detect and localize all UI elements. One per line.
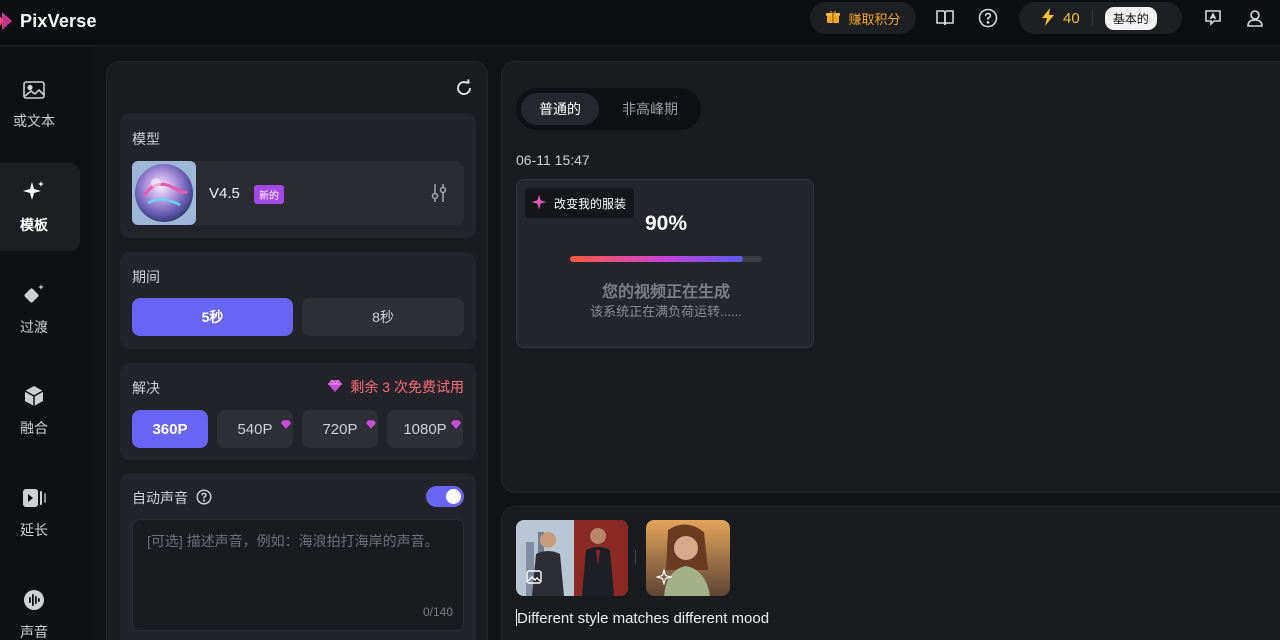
gem-icon <box>451 416 461 433</box>
audio-title-text: 自动声音 <box>132 490 188 506</box>
duration-card: 期间 5秒 8秒 <box>120 252 476 349</box>
credits-display[interactable]: 40 基本的 <box>1019 2 1182 34</box>
cube-icon <box>23 385 45 410</box>
sparkle-icon <box>655 568 673 588</box>
toggle-knob <box>446 489 461 504</box>
rail-item-extend[interactable]: 延长 <box>0 469 80 557</box>
gem-icon <box>366 416 376 433</box>
sound-icon <box>23 589 45 614</box>
tab-off-peak[interactable]: 非高峰期 <box>604 93 696 125</box>
user-icon[interactable] <box>1245 8 1265 28</box>
app-name: PixVerse <box>20 10 97 31</box>
divider <box>1091 11 1093 25</box>
tab-normal[interactable]: 普通的 <box>521 93 599 125</box>
earn-credits-button[interactable]: 赚取积分 <box>810 2 916 34</box>
resolution-option-1080p[interactable]: 1080P <box>387 410 463 448</box>
progress-percent: 90% <box>644 212 688 235</box>
template-thumbnail-woman[interactable] <box>646 520 730 596</box>
model-name: V4.5 <box>209 185 240 202</box>
rail-item-fusion[interactable]: 融合 <box>0 367 80 455</box>
feedback-icon[interactable] <box>1203 8 1223 28</box>
model-card: 模型 V4.5 新的 <box>120 113 476 238</box>
audio-card: 自动声音 [可选] 描述声音，例如：海浪拍打海岸的声音。 0/140 <box>120 473 476 640</box>
credits-count: 40 <box>1063 9 1080 27</box>
audio-section-title: 自动声音 <box>132 488 212 508</box>
rail-item-label: 过渡 <box>20 318 48 335</box>
rail-item-label: 融合 <box>20 419 48 436</box>
progress-bar <box>570 256 762 262</box>
help-icon[interactable] <box>196 488 212 508</box>
auto-audio-toggle[interactable] <box>426 486 464 507</box>
resolution-section-title: 解决 <box>132 380 160 396</box>
rail-item-label: 或文本 <box>13 112 55 129</box>
book-icon[interactable] <box>935 8 955 28</box>
rail-item-sound[interactable]: 声音 <box>0 571 80 640</box>
transition-icon <box>22 282 46 309</box>
rail-item-text[interactable]: 或文本 <box>0 61 80 149</box>
resolution-label: 1080P <box>403 420 447 438</box>
plan-badge[interactable]: 基本的 <box>1104 6 1157 30</box>
resolution-card: 解决 剩余 3 次免费试用 360P 540P 720P 1080P <box>120 363 476 460</box>
lightning-icon <box>1041 7 1055 29</box>
pixverse-logo-icon <box>0 10 14 32</box>
logo[interactable]: PixVerse <box>0 10 97 32</box>
free-trial-notice: 剩余 3 次免费试用 <box>328 377 464 397</box>
template-tag-label: 改变我的服装 <box>554 196 627 211</box>
rail-item-template[interactable]: 模板 <box>0 163 80 251</box>
earn-credits-label: 赚取积分 <box>848 11 901 27</box>
gem-icon <box>281 416 291 433</box>
queue-tabs: 普通的 非高峰期 <box>516 88 701 130</box>
character-counter: 0/140 <box>422 605 453 619</box>
resolution-option-720p[interactable]: 720P <box>302 410 378 448</box>
progress-bar-fill <box>570 256 743 262</box>
settings-panel: 模型 V4.5 新的 期间 5秒 8秒 解决 剩余 3 次免费试用 360P 5… <box>106 61 488 640</box>
gift-icon <box>825 9 841 28</box>
rail-item-label: 模板 <box>20 216 48 233</box>
audio-placeholder: [可选] 描述声音，例如：海浪拍打海岸的声音。 <box>147 533 439 549</box>
resolution-label: 540P <box>237 420 273 438</box>
top-bar: PixVerse 赚取积分 40 基本的 <box>0 0 1280 46</box>
extend-icon <box>22 487 46 512</box>
help-icon[interactable] <box>978 8 998 28</box>
rail-item-label: 声音 <box>20 623 48 640</box>
prompt-area: Different style matches different mood <box>501 506 1280 640</box>
generation-timestamp: 06-11 15:47 <box>516 152 590 168</box>
left-nav-rail: 或文本 模板 过渡 融合 延长 声音 <box>0 47 94 640</box>
image-icon <box>526 569 542 588</box>
duration-section-title: 期间 <box>132 269 160 285</box>
duration-option-8s[interactable]: 8秒 <box>302 298 464 336</box>
resolution-label: 720P <box>322 420 358 438</box>
refresh-icon[interactable] <box>454 78 474 101</box>
resolution-label: 360P <box>152 420 188 438</box>
resolution-option-360p[interactable]: 360P <box>132 410 208 448</box>
model-thumbnail <box>132 161 196 225</box>
prompt-input[interactable]: Different style matches different mood <box>516 609 769 627</box>
rail-item-label: 延长 <box>20 521 48 538</box>
duration-option-5s[interactable]: 5秒 <box>132 298 293 336</box>
sliders-icon[interactable] <box>430 183 448 206</box>
gem-icon <box>328 379 343 395</box>
rail-item-transition[interactable]: 过渡 <box>0 265 80 353</box>
model-section-title: 模型 <box>132 131 160 147</box>
generation-status-title: 您的视频正在生成 <box>601 284 730 301</box>
image-icon <box>23 80 45 103</box>
results-area: 普通的 非高峰期 06-11 15:47 改变我的服装 90% 您的视频正在生成… <box>501 61 1280 493</box>
new-badge: 新的 <box>254 185 284 204</box>
model-selector[interactable]: V4.5 新的 <box>132 161 464 225</box>
generation-card[interactable]: 改变我的服装 90% 您的视频正在生成 该系统正在满负荷运转...... <box>516 179 814 348</box>
thumbnail-divider <box>635 550 636 564</box>
prompt-text: Different style matches different mood <box>517 610 770 627</box>
sparkle-icon <box>531 194 547 213</box>
free-trial-text: 剩余 3 次免费试用 <box>350 379 464 395</box>
resolution-option-540p[interactable]: 540P <box>217 410 293 448</box>
template-thumbnail-suits[interactable] <box>516 520 628 596</box>
generation-status-subtitle: 该系统正在满负荷运转...... <box>590 304 742 319</box>
audio-description-input[interactable]: [可选] 描述声音，例如：海浪拍打海岸的声音。 0/140 <box>132 519 464 631</box>
sparkle-icon <box>22 180 46 207</box>
